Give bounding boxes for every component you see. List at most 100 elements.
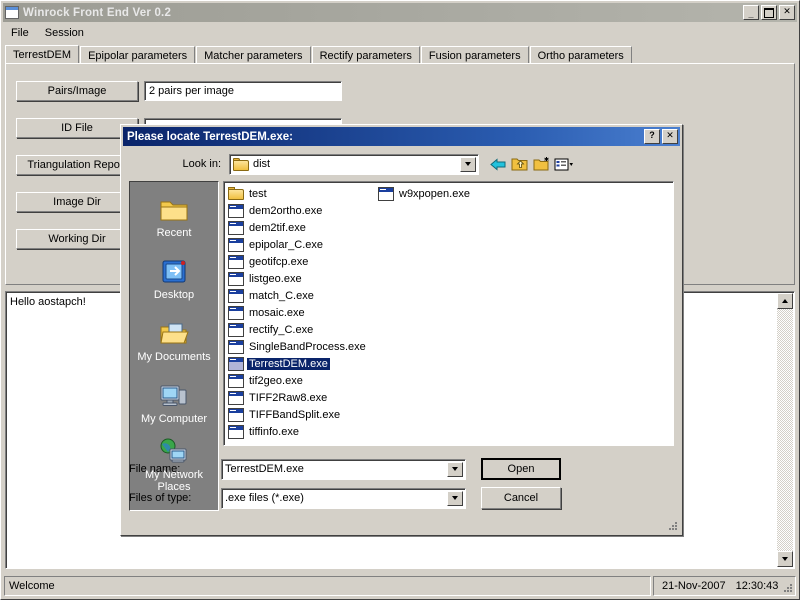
place-recent[interactable]: Recent — [130, 186, 218, 248]
file-name-label: w9xpopen.exe — [399, 187, 470, 200]
look-in-row: Look in: dist — [129, 152, 676, 176]
back-button[interactable] — [487, 154, 509, 175]
tab-matcher-parameters[interactable]: Matcher parameters — [196, 46, 311, 64]
tab-terrestdem[interactable]: TerrestDEM — [5, 45, 80, 64]
menu-bar: File Session — [3, 24, 797, 42]
scroll-down-button[interactable] — [777, 551, 793, 567]
status-bar: Welcome 21-Nov-2007 12:30:43 — [4, 576, 796, 596]
list-item[interactable]: mosaic.exe — [227, 304, 377, 321]
files-of-type-dropdown-button[interactable] — [447, 490, 463, 506]
arrow-up-icon — [782, 299, 788, 303]
minimize-button[interactable]: _ — [743, 5, 759, 20]
menu-item-file[interactable]: File — [3, 26, 37, 40]
cancel-button[interactable]: Cancel — [481, 487, 561, 509]
files-of-type-value: .exe files (*.exe) — [225, 492, 304, 504]
exe-icon — [228, 339, 244, 354]
dialog-title: Please locate TerrestDEM.exe: — [127, 130, 293, 143]
maximize-button[interactable] — [761, 5, 777, 20]
menu-item-session[interactable]: Session — [37, 26, 92, 40]
list-item[interactable]: match_C.exe — [227, 287, 377, 304]
new-folder-button[interactable] — [531, 154, 553, 175]
files-of-type-row: Files of type: .exe files (*.exe) Cancel — [129, 486, 676, 510]
exe-icon — [228, 288, 244, 303]
list-item[interactable]: test — [227, 185, 377, 202]
output-vertical-scrollbar[interactable] — [777, 293, 793, 567]
desktop-icon — [162, 260, 186, 283]
list-item[interactable]: w9xpopen.exe — [377, 185, 527, 202]
place-desktop[interactable]: Desktop — [130, 248, 218, 310]
file-name-label-text: File name: — [129, 463, 181, 475]
look-in-dropdown-button[interactable] — [460, 156, 476, 172]
place-my-documents[interactable]: My Documents — [130, 310, 218, 372]
chevron-down-icon — [465, 162, 471, 166]
my-computer-icon — [160, 385, 187, 406]
place-my-computer[interactable]: My Computer — [130, 372, 218, 434]
window-icon — [5, 6, 19, 19]
file-name-input[interactable]: TerrestDEM.exe — [221, 458, 466, 480]
list-item[interactable]: TIFFBandSplit.exe — [227, 406, 377, 423]
pairs-per-image-field[interactable]: 2 pairs per image — [144, 81, 342, 101]
exe-icon — [228, 322, 244, 337]
list-item[interactable]: rectify_C.exe — [227, 321, 377, 338]
file-name-label: tiffinfo.exe — [249, 425, 299, 438]
dialog-titlebar: Please locate TerrestDEM.exe: ? ✕ — [123, 127, 680, 146]
file-list[interactable]: test dem2ortho.exe dem2tif.exe epipolar_… — [223, 181, 674, 446]
close-button[interactable]: ✕ — [779, 5, 795, 20]
look-in-label: Look in: — [182, 158, 221, 170]
tab-epipolar-parameters[interactable]: Epipolar parameters — [80, 46, 196, 64]
arrow-down-icon — [782, 557, 788, 561]
resize-grip[interactable] — [782, 582, 794, 594]
tab-fusion-parameters[interactable]: Fusion parameters — [420, 46, 529, 64]
scrollbar-track[interactable] — [777, 309, 793, 551]
list-item[interactable]: epipolar_C.exe — [227, 236, 377, 253]
file-name-label: TIFFBandSplit.exe — [249, 408, 341, 421]
place-label: My Computer — [140, 413, 208, 425]
list-item-selected[interactable]: TerrestDEM.exe — [227, 355, 377, 372]
files-of-type-combo[interactable]: .exe files (*.exe) — [221, 487, 466, 509]
file-open-dialog: Please locate TerrestDEM.exe: ? ✕ Look i… — [120, 124, 683, 536]
file-name-label: epipolar_C.exe — [249, 238, 323, 251]
folder-icon — [233, 157, 249, 171]
list-item[interactable]: SingleBandProcess.exe — [227, 338, 377, 355]
list-item[interactable]: listgeo.exe — [227, 270, 377, 287]
help-button[interactable]: ? — [644, 129, 660, 144]
place-label: Recent — [156, 227, 192, 239]
list-item[interactable]: dem2ortho.exe — [227, 202, 377, 219]
list-item[interactable]: tif2geo.exe — [227, 372, 377, 389]
views-button[interactable] — [553, 154, 575, 175]
file-name-dropdown-button[interactable] — [447, 461, 463, 477]
exe-icon — [228, 254, 244, 269]
dialog-resize-grip[interactable] — [667, 520, 679, 532]
pairs-per-image-button[interactable]: Pairs/Image — [16, 81, 138, 101]
list-item[interactable]: TIFF2Raw8.exe — [227, 389, 377, 406]
file-name-label: SingleBandProcess.exe — [249, 340, 366, 353]
output-console-text: Hello aostapch! — [10, 296, 86, 308]
exe-icon — [228, 407, 244, 422]
my-documents-icon — [160, 323, 189, 344]
tab-ortho-parameters[interactable]: Ortho parameters — [529, 46, 632, 64]
list-item[interactable]: geotifcp.exe — [227, 253, 377, 270]
exe-icon — [228, 305, 244, 320]
exe-icon — [228, 390, 244, 405]
tab-rectify-parameters[interactable]: Rectify parameters — [311, 46, 420, 64]
file-name-label: TIFF2Raw8.exe — [249, 391, 328, 404]
file-name-row: File name: TerrestDEM.exe Open — [129, 457, 676, 481]
up-one-level-button[interactable] — [509, 154, 531, 175]
views-icon — [554, 158, 573, 170]
scroll-up-button[interactable] — [777, 293, 793, 309]
open-button[interactable]: Open — [481, 458, 561, 480]
back-icon — [490, 157, 506, 171]
list-item[interactable]: tiffinfo.exe — [227, 423, 377, 440]
look-in-combo[interactable]: dist — [229, 153, 479, 175]
status-message: Welcome — [4, 576, 651, 596]
dialog-close-button[interactable]: ✕ — [662, 129, 678, 144]
status-time-value: 12:30:43 — [735, 580, 779, 592]
list-item[interactable]: dem2tif.exe — [227, 219, 377, 236]
file-list-items: test dem2ortho.exe dem2tif.exe epipolar_… — [227, 185, 671, 443]
exe-icon — [228, 220, 244, 235]
file-name-value: TerrestDEM.exe — [225, 463, 304, 475]
dialog-window-controls: ? ✕ — [644, 129, 678, 144]
file-name-label: match_C.exe — [249, 289, 314, 302]
file-name-label: tif2geo.exe — [249, 374, 303, 387]
screen: Winrock Front End Ver 0.2 _ ✕ File Sessi… — [0, 0, 800, 600]
